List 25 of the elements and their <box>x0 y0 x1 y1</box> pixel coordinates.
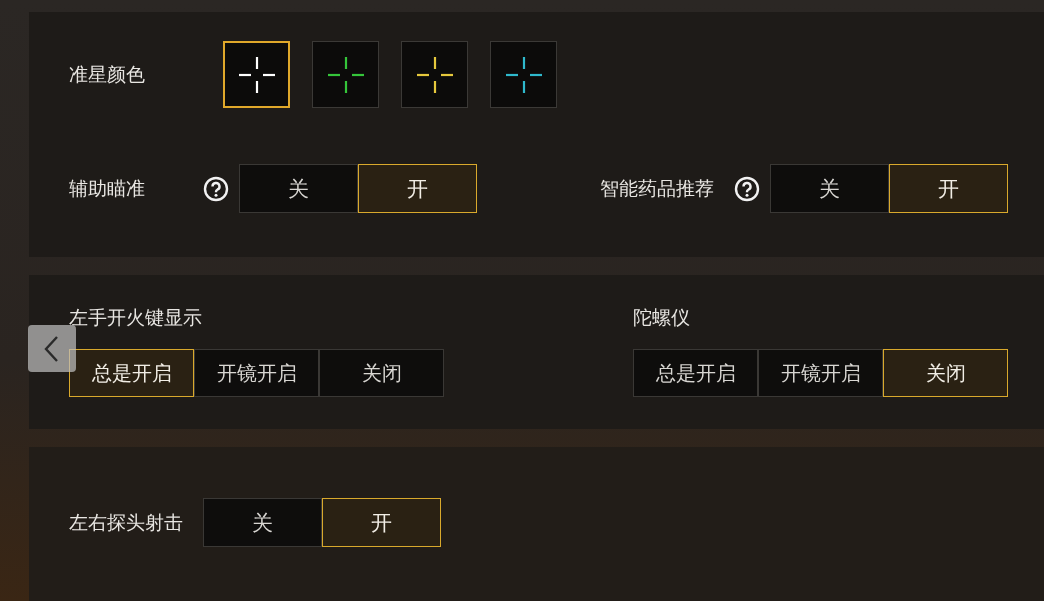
option-button[interactable]: 关 <box>770 164 889 213</box>
help-icon[interactable] <box>203 175 229 202</box>
setting-label: 准星颜色 <box>69 61 146 87</box>
setting-label: 陀螺仪 <box>633 305 690 330</box>
option-button[interactable]: 关 <box>239 164 358 213</box>
option-button[interactable]: 开 <box>358 164 477 213</box>
setting-label: 辅助瞄准 <box>69 175 146 201</box>
setting-label: 左右探头射击 <box>69 509 184 535</box>
crosshair-color-option[interactable] <box>490 41 557 108</box>
crosshair-color-option[interactable] <box>223 41 290 108</box>
option-button[interactable]: 开镜开启 <box>194 349 319 397</box>
crosshair-color-option[interactable] <box>401 41 468 108</box>
back-button[interactable] <box>28 325 76 372</box>
option-button[interactable]: 总是开启 <box>633 349 758 397</box>
option-button[interactable]: 关 <box>203 498 322 547</box>
option-button[interactable]: 开 <box>322 498 441 547</box>
option-button[interactable]: 开 <box>889 164 1008 213</box>
setting-label: 智能药品推荐 <box>600 175 715 201</box>
crosshair-color-option[interactable] <box>312 41 379 108</box>
option-button[interactable]: 总是开启 <box>69 349 194 397</box>
option-button[interactable]: 关闭 <box>883 349 1008 397</box>
help-icon[interactable] <box>734 175 760 202</box>
setting-label: 左手开火键显示 <box>69 305 202 330</box>
option-button[interactable]: 开镜开启 <box>758 349 883 397</box>
option-button[interactable]: 关闭 <box>319 349 444 397</box>
